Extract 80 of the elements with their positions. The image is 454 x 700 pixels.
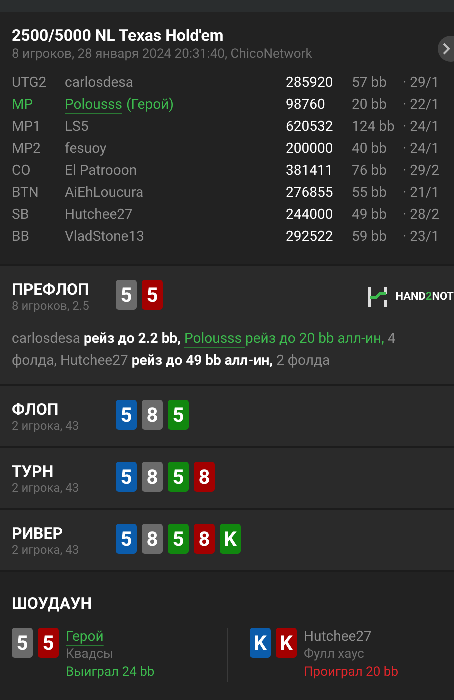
player-name: Hutchee27: [65, 206, 133, 224]
hand-result: Проиграл 20 bb: [304, 664, 398, 682]
playing-card: K: [276, 628, 297, 658]
player-stats: · 23/1: [403, 228, 440, 246]
showdown-player[interactable]: Герой: [66, 628, 155, 646]
hand-title: 2500/5000 NL Texas Hold'em: [12, 26, 225, 46]
playing-card: 5: [116, 280, 137, 310]
player-bb: 76 bb: [352, 162, 388, 180]
playing-card: 5: [116, 400, 137, 430]
player-bb: 40 bb: [352, 140, 388, 158]
player-position: MP: [12, 96, 34, 114]
showdown-player: Hutchee27: [304, 628, 373, 646]
street-title: ТУРН: [12, 462, 55, 481]
player-stats: · 22/1: [403, 96, 440, 114]
playing-card: K: [250, 628, 271, 658]
playing-card: 5: [168, 400, 189, 430]
playing-card: 8: [194, 462, 215, 492]
player-stack: 620532: [286, 118, 334, 136]
action-summary: carlosdesa рейз до 2.2 bb, Polousss рейз до 20 bb алл-ин, 4 фолда, Hutchee27 рейз до 49 bb алл-ин, 2 фолда: [12, 330, 397, 371]
player-stack: 244000: [286, 206, 334, 224]
street-info: 8 игроков, 2.5: [12, 299, 90, 314]
logo-icon: [368, 286, 388, 308]
playing-card: K: [220, 524, 241, 554]
player-stats: · 24/1: [403, 118, 440, 136]
playing-card: 5: [38, 628, 59, 658]
playing-card: 8: [194, 524, 215, 554]
playing-card: 8: [142, 462, 163, 492]
player-position: BTN: [12, 184, 40, 202]
player-stack: 292522: [286, 228, 334, 246]
player-position: CO: [12, 162, 32, 180]
player-name: VladStone13: [65, 228, 144, 246]
player-stack: 200000: [286, 140, 334, 158]
player-position: BB: [12, 228, 30, 246]
player-stats: · 29/1: [403, 74, 440, 92]
playing-card: 8: [142, 524, 163, 554]
player-position: MP1: [12, 118, 42, 136]
street-title: ФЛОП: [12, 400, 60, 419]
playing-card: 5: [168, 524, 189, 554]
playing-card: 5: [116, 462, 137, 492]
player-bb: 59 bb: [352, 228, 388, 246]
logo-text: HAND2NOT: [396, 288, 454, 305]
playing-card: 5: [12, 628, 33, 658]
player-position: MP2: [12, 140, 42, 158]
player-stack: 276855: [286, 184, 334, 202]
playing-card: 8: [142, 400, 163, 430]
player-name: LS5: [65, 118, 89, 136]
player-name: fesuoy: [65, 140, 107, 158]
player-name: AiEhLoucura: [65, 184, 144, 202]
street-info: 2 игрока, 43: [12, 543, 80, 558]
chevron-right-icon: [442, 43, 452, 55]
player-bb: 55 bb: [352, 184, 388, 202]
player-name: El Patrooon: [65, 162, 138, 180]
player-position: UTG2: [12, 74, 48, 92]
player-stack: 98760: [286, 96, 326, 114]
street-info: 2 игрока, 43: [12, 481, 80, 496]
street-title: РИВЕР: [12, 524, 64, 543]
player-stats: · 29/2: [403, 162, 440, 180]
player-position: SB: [12, 206, 30, 224]
showdown-title: ШОУДАУН: [12, 593, 94, 615]
hand-subtitle: 8 игроков, 28 января 2024 20:31:40, ChicoNetwork: [12, 46, 314, 64]
hand-combo: Квадсы: [66, 646, 115, 664]
player-stats: · 21/1: [403, 184, 440, 202]
hand-result: Выиграл 24 bb: [66, 664, 155, 682]
player-name: carlosdesa: [65, 74, 134, 92]
playing-card: 5: [142, 280, 163, 310]
street-info: 2 игрока, 43: [12, 419, 80, 434]
playing-card: 5: [116, 524, 137, 554]
player-bb: 124 bb: [352, 118, 396, 136]
hero-tag: (Герой): [126, 94, 174, 116]
playing-card: 5: [168, 462, 189, 492]
player-bb: 49 bb: [352, 206, 388, 224]
player-bb: 57 bb: [352, 74, 388, 92]
player-stack: 381411: [286, 162, 334, 180]
player-name[interactable]: Polousss: [65, 94, 123, 116]
player-stack: 285920: [286, 74, 334, 92]
player-bb: 20 bb: [352, 96, 388, 114]
street-title: ПРЕФЛОП: [12, 280, 90, 299]
player-stats: · 28/2: [403, 206, 440, 224]
hand-combo: Фулл хаус: [304, 646, 366, 664]
player-stats: · 24/1: [403, 140, 440, 158]
